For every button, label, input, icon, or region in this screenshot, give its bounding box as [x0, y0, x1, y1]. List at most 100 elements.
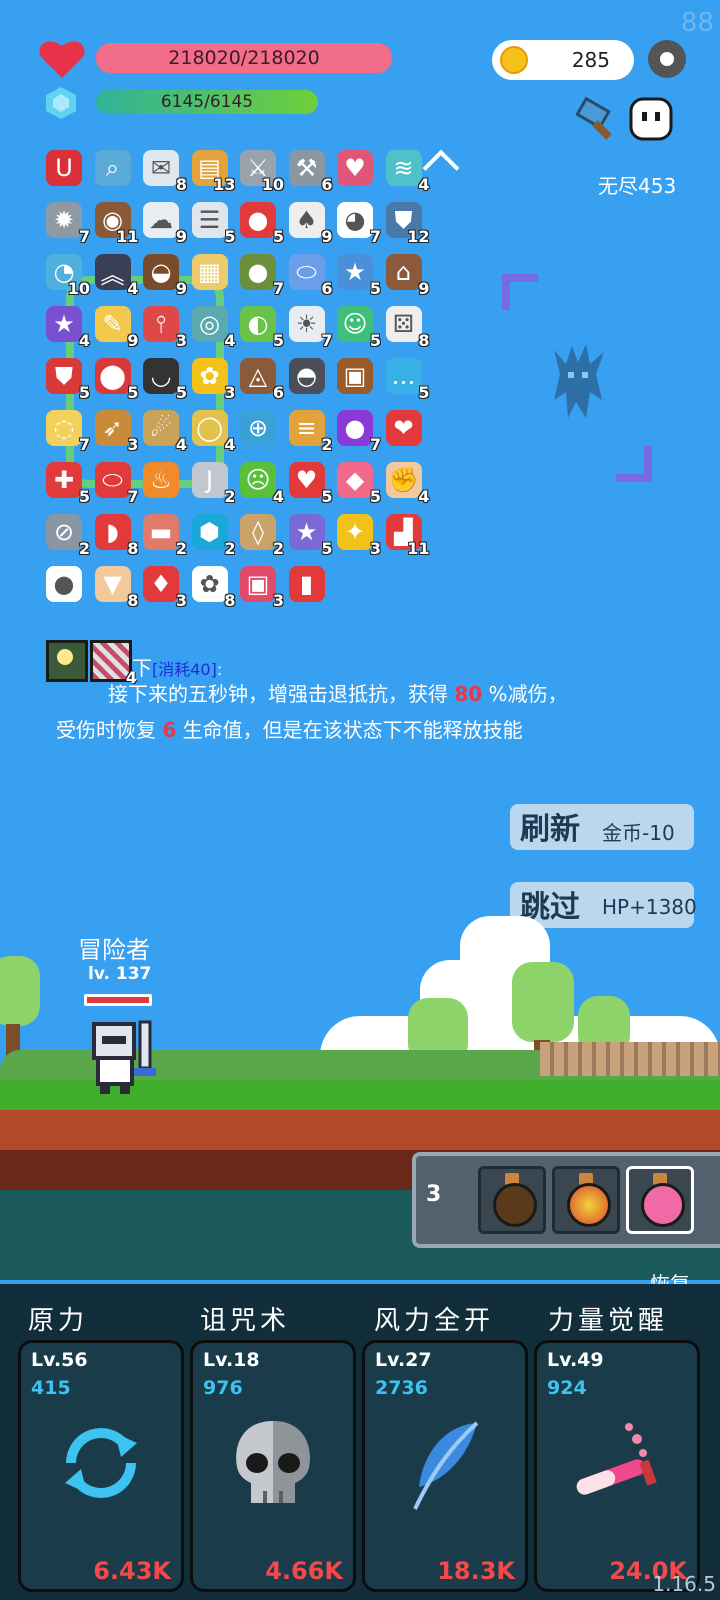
inventory-item[interactable]: ✦ 3 [333, 510, 381, 558]
skill-value: 2736 [375, 1377, 428, 1399]
inventory-item[interactable]: ☄ 4 [139, 406, 187, 454]
inventory-item[interactable]: ⬢ 2 [188, 510, 236, 558]
inventory-item[interactable]: ▤ 13 [188, 146, 236, 194]
inventory-item[interactable]: ⬭ 7 [91, 458, 139, 506]
inventory-item[interactable]: ● 7 [333, 406, 381, 454]
inventory-item[interactable]: ⚄ 8 [382, 302, 430, 350]
hammer-icon[interactable] [575, 96, 622, 140]
selected-item-2[interactable]: 4 [90, 640, 137, 687]
inventory-item[interactable]: ≋ 4 [382, 146, 430, 194]
inventory-item[interactable]: … 5 [382, 354, 430, 402]
inventory-item[interactable]: ▦ [188, 250, 232, 294]
inventory-item[interactable]: ☹ 4 [236, 458, 284, 506]
inventory-item[interactable]: ★ 5 [285, 510, 333, 558]
inventory-item[interactable]: ✊ 4 [382, 458, 430, 506]
mushroom-icon: ⬤ [94, 358, 131, 394]
inventory-item[interactable]: ● 7 [236, 250, 284, 298]
inventory-item[interactable]: ◕ 7 [333, 198, 381, 246]
inventory-item[interactable]: ⬭ 6 [285, 250, 333, 298]
inventory-item[interactable]: ➶ 3 [91, 406, 139, 454]
inventory-item[interactable]: ⫯ 3 [139, 302, 187, 350]
inventory-item[interactable]: ▟ 11 [382, 510, 430, 558]
inventory-item[interactable]: ◓ [285, 354, 329, 398]
inventory-item[interactable]: ✉ 8 [139, 146, 187, 194]
inventory-item[interactable]: ▣ 3 [236, 562, 284, 610]
inventory-item[interactable]: ⌕ [91, 146, 135, 190]
inventory-item[interactable]: ◗ 8 [91, 510, 139, 558]
inventory-item[interactable]: ◌ 7 [42, 406, 90, 454]
heart-card-icon: ♥ [337, 150, 373, 186]
inventory-item[interactable]: ◬ 6 [236, 354, 284, 402]
inventory-item[interactable]: ● [42, 562, 86, 606]
inventory-item[interactable]: ▬ 2 [139, 510, 187, 558]
settings-gear-icon[interactable] [648, 40, 686, 78]
refresh-label: 刷新 [520, 812, 580, 847]
skill-level: Lv.27 [375, 1349, 432, 1371]
inventory-item[interactable]: ⛊ 5 [42, 354, 90, 402]
inventory-item[interactable]: ◒ 9 [139, 250, 187, 298]
inventory-item[interactable]: ☺ 5 [333, 302, 381, 350]
inventory-item[interactable]: ⬤ 5 [91, 354, 139, 402]
player-level: lv. 137 [88, 964, 152, 984]
inventory-item[interactable]: ❤ [382, 406, 426, 450]
inventory-item[interactable]: ✿ 8 [188, 562, 236, 610]
inventory-item[interactable]: ☁ 9 [139, 198, 187, 246]
inventory-item[interactable]: ⛊ 12 [382, 198, 430, 246]
inventory-item[interactable]: ✿ 3 [188, 354, 236, 402]
inventory-item[interactable]: ☀ 7 [285, 302, 333, 350]
coin-amount: 285 [571, 48, 610, 72]
inventory-item[interactable]: ♨ [139, 458, 183, 502]
inventory-item[interactable]: ◆ 5 [333, 458, 381, 506]
inventory-item[interactable]: ◡ 5 [139, 354, 187, 402]
selected-item-1[interactable] [46, 640, 88, 682]
item-count: 7 [369, 227, 381, 246]
item-count: 6 [272, 383, 284, 402]
inventory-item[interactable]: ✹ 7 [42, 198, 90, 246]
inventory-item[interactable]: ◎ 4 [188, 302, 236, 350]
inventory-item[interactable]: ♥ [333, 146, 377, 190]
inventory-item[interactable]: U [42, 146, 86, 190]
inventory-item[interactable]: ◯ 4 [188, 406, 236, 454]
skill-card-3[interactable]: Lv.27 2736 18.3K [362, 1340, 528, 1592]
ghost-companion-icon[interactable] [628, 96, 674, 142]
inventory-item[interactable]: ● 5 [236, 198, 284, 246]
inventory-item[interactable]: ⊘ 2 [42, 510, 90, 558]
inventory-item[interactable]: ★ 5 [333, 250, 381, 298]
inventory-item[interactable]: ︽ 4 [91, 250, 139, 298]
skill-card-1[interactable]: Lv.56 415 6.43K [18, 1340, 184, 1592]
inventory-item[interactable]: ⊕ [236, 406, 280, 450]
inventory-item[interactable]: ☰ 5 [188, 198, 236, 246]
inventory-item[interactable]: ⌂ 9 [382, 250, 430, 298]
brown-potion-icon [493, 1183, 537, 1227]
inventory-item[interactable]: ≡ 2 [285, 406, 333, 454]
inventory-item[interactable]: ✚ 5 [42, 458, 90, 506]
inventory-item[interactable]: ♥ 5 [285, 458, 333, 506]
item-count: 6 [321, 279, 333, 298]
inventory-item[interactable]: ▣ [333, 354, 377, 398]
star-card-icon: ★ [337, 254, 373, 290]
potion-slot-2[interactable] [552, 1166, 620, 1234]
magic-wand-icon: ✦ [337, 514, 373, 550]
inventory-item[interactable]: ♦ 3 [139, 562, 187, 610]
inventory-item[interactable]: ◔ 10 [42, 250, 90, 298]
skill-card-2[interactable]: Lv.18 976 4.66K [190, 1340, 356, 1592]
inventory-item[interactable]: ▮ [285, 562, 329, 606]
endless-stage-label: 无尽453 [598, 174, 677, 198]
inventory-item[interactable]: ♠ 9 [285, 198, 333, 246]
potion-slot-3[interactable] [626, 1166, 694, 1234]
inventory-item[interactable]: J2 [188, 458, 236, 506]
inventory-item[interactable]: ◊ 2 [236, 510, 284, 558]
potion-slot-1[interactable] [478, 1166, 546, 1234]
refresh-button[interactable]: 刷新 金币-10 [510, 804, 694, 850]
inventory-item[interactable]: ▼ 8 [91, 562, 139, 610]
inventory-item[interactable]: ✎ 9 [91, 302, 139, 350]
item-count: 2 [272, 539, 284, 558]
inventory-item[interactable]: ◉ 11 [91, 198, 139, 246]
green-sprite-icon: ☺ [337, 306, 373, 342]
inventory-item[interactable]: ⚔ 10 [236, 146, 284, 194]
inventory-item[interactable]: ◐ 5 [236, 302, 284, 350]
inventory-item[interactable]: ★ 4 [42, 302, 90, 350]
item-count: 3 [175, 331, 187, 350]
skill-card-4[interactable]: Lv.49 924 24.0K [534, 1340, 700, 1592]
inventory-item[interactable]: ⚒ 6 [285, 146, 333, 194]
